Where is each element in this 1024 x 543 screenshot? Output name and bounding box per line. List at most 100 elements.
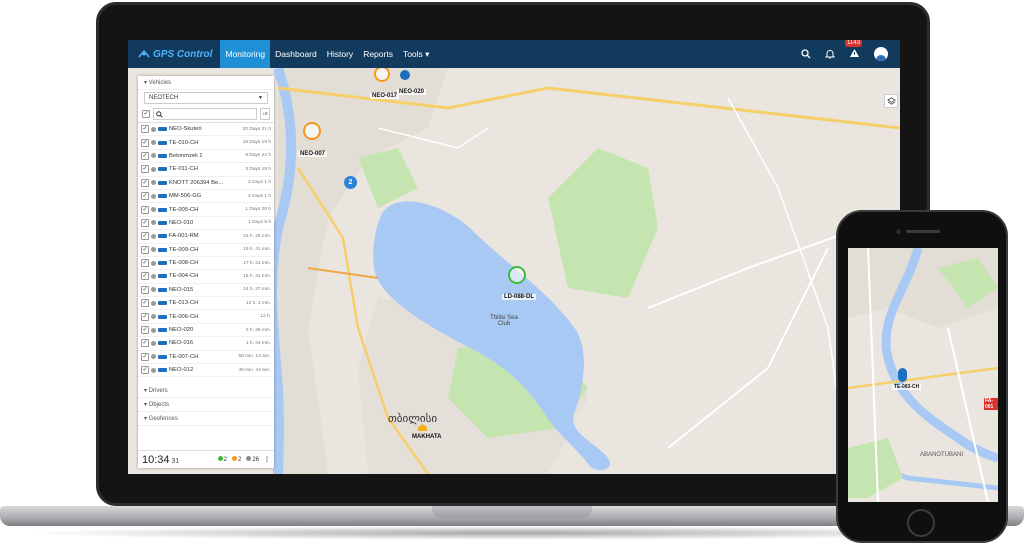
vehicle-checkbox[interactable]: ✓ [141,232,149,241]
nav-tools[interactable]: Tools ▾ [398,40,434,68]
status-dot-icon [151,140,156,146]
status-dot-icon [151,287,156,293]
clock-time: 10:34 [142,453,170,466]
phone-home-button[interactable] [907,509,935,537]
vehicle-checkbox[interactable]: ✓ [141,205,149,214]
phone-screen: TE-083-CH FA-001 ABANOTUBANI [848,248,998,502]
layers-button[interactable] [884,94,898,108]
vehicle-checkbox[interactable]: ✓ [141,299,149,308]
vehicle-last-update: 1 Days 6 h [248,220,271,226]
vehicle-checkbox[interactable]: ✓ [141,352,149,361]
vehicle-checkbox[interactable]: ✓ [141,312,149,321]
phone-map-canvas[interactable] [848,248,998,502]
vehicle-checkbox[interactable]: ✓ [141,178,149,187]
alerts-button[interactable]: 1143 [845,40,862,60]
vehicle-marker[interactable] [400,70,410,80]
vehicle-row[interactable]: ✓ KNOTT 206394 Be... 2 Days 1 h [138,177,274,190]
count-stopped[interactable]: 26 [246,456,259,463]
count-stopped-value: 26 [252,457,259,463]
gray-dot-icon [246,456,252,461]
count-idle[interactable]: 2 [231,456,241,463]
vehicle-search-input[interactable] [153,108,257,120]
app-logo[interactable]: GPS Control [128,40,220,68]
more-menu-icon[interactable]: ⋮ [264,456,270,463]
car-icon [158,368,167,373]
nav-dashboard[interactable]: Dashboard [270,40,322,68]
vehicle-list[interactable]: ✓ NEO-Skuteri 20 Days 21 h ✓ TE-010-CH 15 Day… [138,122,274,384]
vehicle-name: NEO-012 [169,367,194,374]
count-moving-value: 2 [223,457,227,463]
vehicle-checkbox[interactable]: ✓ [141,165,149,174]
vehicle-row[interactable]: ✓ TE-007-CH 58 min. 14 sec. [138,351,274,365]
status-dot-icon [151,247,156,253]
car-icon [158,261,167,266]
drivers-section-header[interactable]: ▾ Drivers [138,384,274,398]
car-icon [158,328,167,333]
sort-button[interactable]: ↓≡ [260,108,270,120]
phone-vehicle-marker[interactable] [898,368,907,382]
vehicle-checkbox[interactable]: ✓ [141,192,149,201]
layers-icon [886,96,896,105]
phone-camera [896,229,901,234]
car-icon [158,341,167,346]
vehicle-row[interactable]: ✓ Betonmzeli 1 8 Days 22 h [138,150,274,164]
status-dot-icon [151,180,156,186]
vehicle-row[interactable]: ✓ TE-005-CH 1 Days 20 h [138,203,274,217]
vehicle-checkbox[interactable]: ✓ [141,339,149,348]
vehicle-row[interactable]: ✓ TE-008-CH 17 h. 41 min. [138,257,274,271]
district-label: MAKHATA [412,434,442,440]
vehicle-checkbox[interactable]: ✓ [141,366,149,375]
vehicle-row[interactable]: ✓ TE-009-CH 19 h. 41 min. [138,244,274,257]
vehicle-row[interactable]: ✓ NEO-020 3 h. 46 min. [138,324,274,338]
vehicle-marker[interactable] [508,266,526,284]
objects-section-header[interactable]: ▾ Objects [138,398,274,412]
vehicle-row[interactable]: ✓ TE-013-CH 12 h. 3 min. [138,297,274,311]
vehicle-row[interactable]: ✓ NEO-015 14 h. 27 min. [138,284,274,298]
user-avatar-icon[interactable] [874,47,888,61]
vehicle-checkbox[interactable]: ✓ [141,218,149,227]
vehicle-name: KNOTT 206394 Be... [169,179,224,186]
geofences-section-header[interactable]: ▾ Geofences [138,412,274,426]
car-icon [158,153,167,158]
vehicle-checkbox[interactable]: ✓ [141,151,149,160]
vehicle-checkbox[interactable]: ✓ [141,326,149,335]
nav-history[interactable]: History [322,40,358,68]
vehicle-checkbox[interactable]: ✓ [141,245,149,254]
status-dot-icon [151,220,156,226]
vehicle-row[interactable]: ✓ MM-506-GG 2 Days 1 h [138,190,274,204]
cluster-marker[interactable]: 2 [344,176,357,189]
vehicle-checkbox[interactable]: ✓ [141,125,149,134]
vehicles-section-header[interactable]: ▾ Vehicles [138,76,274,90]
satellite-logo-icon [138,49,150,58]
bell-icon[interactable] [825,49,835,59]
car-icon [158,167,167,172]
sidebar-footer: 10:34 31 2 2 26 ⋮ [138,450,274,468]
vehicle-checkbox[interactable]: ✓ [141,285,149,294]
vehicle-checkbox[interactable]: ✓ [141,259,149,268]
vehicle-name: TE-009-CH [169,246,199,253]
monitoring-sidebar: ▾ Vehicles NEOTECH ▼ ✓ ↓≡ ✓ NEO-Skuteri 20… [138,76,274,468]
marker-label: NEO-017 [370,93,400,99]
vehicle-marker[interactable] [303,122,321,140]
vehicle-row[interactable]: ✓ TE-011-CH 3 Days 19 h [138,163,274,177]
nav-monitoring[interactable]: Monitoring [220,40,271,68]
vehicle-row[interactable]: ✓ NEO-010 1 Days 6 h [138,217,274,231]
vehicle-row[interactable]: ✓ TE-004-CH 16 h. 31 min. [138,270,274,284]
group-select[interactable]: NEOTECH ▼ [144,92,268,104]
vehicle-checkbox[interactable]: ✓ [141,138,149,147]
vehicle-row[interactable]: ✓ TE-010-CH 15 Days 19 h [138,136,274,150]
car-icon [158,274,167,279]
count-moving[interactable]: 2 [217,456,227,463]
nav-reports[interactable]: Reports [358,40,398,68]
vehicle-row[interactable]: ✓ FA-001-RM 23 h. 28 min. [138,230,274,244]
vehicle-row[interactable]: ✓ NEO-Skuteri 20 Days 21 h [138,123,274,137]
vehicle-name: NEO-020 [169,327,194,334]
vehicle-row[interactable]: ✓ NEO-012 49 min. 44 sec. [138,364,274,378]
vehicle-checkbox[interactable]: ✓ [141,272,149,281]
vehicle-row[interactable]: ✓ TE-006-CH 12 h. [138,310,274,324]
search-icon[interactable] [801,49,811,59]
vehicle-marker[interactable] [374,66,390,82]
clock-seconds: 31 [171,457,180,465]
select-all-checkbox[interactable]: ✓ [142,110,150,118]
vehicle-row[interactable]: ✓ NEO-016 1 h. 44 min. [138,337,274,351]
